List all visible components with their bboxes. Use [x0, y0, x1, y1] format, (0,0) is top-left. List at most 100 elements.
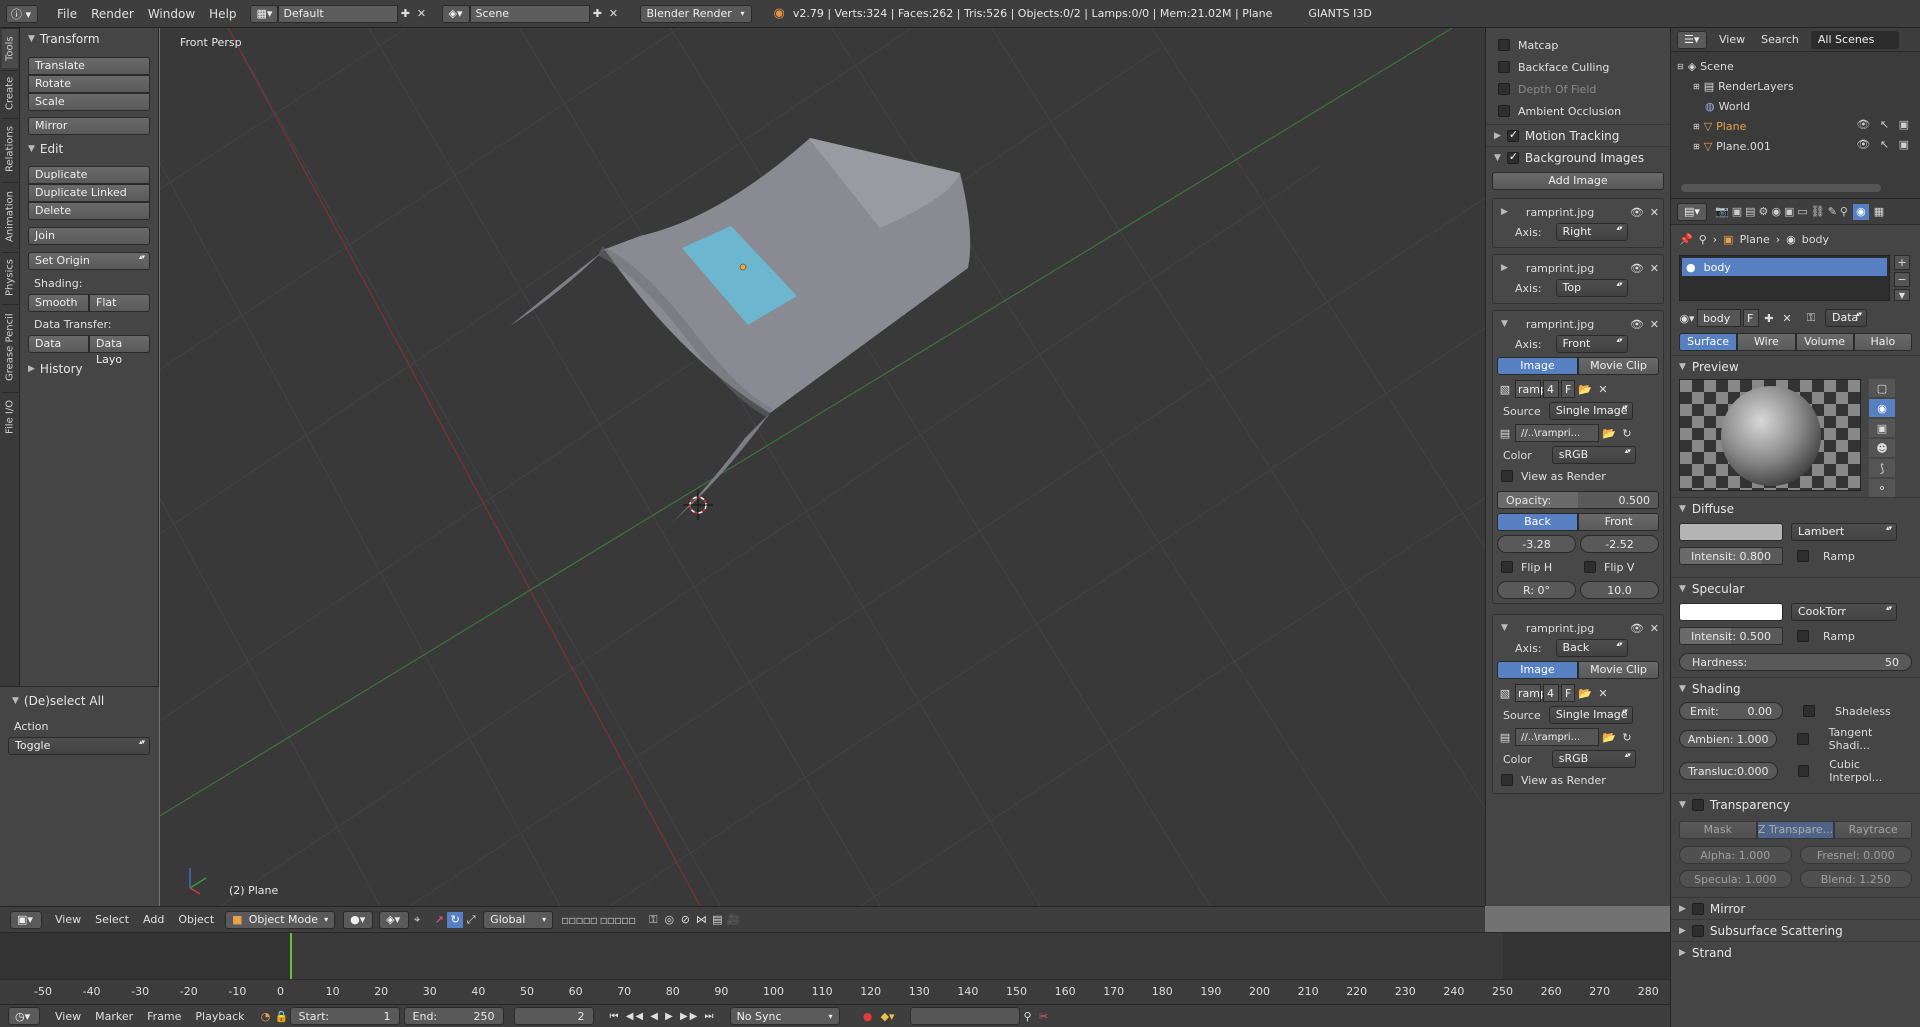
set-origin-dropdown[interactable]: Set Origin	[28, 252, 150, 270]
flip-v-checkbox[interactable]	[1584, 561, 1596, 573]
preview-monkey-icon[interactable]: ☻	[1869, 439, 1895, 457]
tab-physics[interactable]: Physics	[2, 252, 18, 302]
view-as-render-checkbox[interactable]	[1501, 774, 1513, 786]
diffuse-panel-header[interactable]: ▼ Diffuse	[1671, 497, 1920, 519]
outliner-item-scene[interactable]: ⊟ ◈ Scene	[1671, 56, 1920, 76]
open-folder-icon[interactable]: 📂	[1577, 381, 1593, 397]
camera-render-icon[interactable]: 🎥	[725, 912, 741, 928]
tangent-shading-checkbox[interactable]	[1797, 733, 1809, 745]
rotation-field[interactable]: R: 0°	[1497, 581, 1576, 599]
tab-animation[interactable]: Animation	[2, 182, 18, 250]
open-folder-icon[interactable]: 📂	[1577, 685, 1593, 701]
plane-mesh[interactable]	[510, 138, 971, 536]
axis-dropdown[interactable]: Top	[1555, 279, 1628, 297]
diffuse-ramp-checkbox[interactable]	[1797, 550, 1809, 562]
offset-y-field[interactable]: -2.52	[1580, 535, 1659, 553]
visibility-icons[interactable]: 👁 ↖ ▣	[1856, 138, 1912, 151]
close-icon[interactable]: ✕	[1650, 262, 1659, 275]
specular-intensity-slider[interactable]: Intensit: 0.500	[1679, 627, 1783, 645]
editor-type-3d-icon[interactable]: ▣▾	[10, 910, 42, 929]
z-transparency-tab[interactable]: Z Transpare...	[1756, 821, 1835, 839]
diffuse-color-swatch[interactable]	[1679, 523, 1783, 541]
expand-triangle-icon[interactable]: ▼	[1501, 623, 1508, 633]
menu-render[interactable]: Render	[84, 7, 141, 21]
menu-add[interactable]: Add	[136, 913, 171, 926]
menu-view[interactable]: View	[48, 1010, 88, 1023]
delete-keyframe-icon[interactable]: ✂	[1036, 1008, 1052, 1024]
preview-panel-header[interactable]: ▼ Preview	[1671, 355, 1920, 377]
ao-row[interactable]: Ambient Occlusion	[1486, 100, 1670, 122]
render-preview-icon[interactable]: ▤	[709, 912, 725, 928]
material-name-field[interactable]: body	[1697, 309, 1741, 327]
insert-keyframe-icon[interactable]: ⚲	[1020, 1008, 1036, 1024]
image-browse-icon[interactable]: ▧	[1497, 685, 1513, 701]
image-tab[interactable]: Image	[1497, 357, 1578, 375]
preview-hair-icon[interactable]: ⟆	[1869, 459, 1895, 477]
flip-h-row[interactable]: Flip H	[1497, 558, 1576, 576]
rotate-button[interactable]: Rotate	[28, 75, 150, 93]
diffuse-shader-dropdown[interactable]: Lambert	[1791, 523, 1897, 541]
start-frame-field[interactable]: Start: 1	[289, 1007, 400, 1025]
cubic-interpolation-checkbox[interactable]	[1797, 765, 1810, 777]
link-to-dropdown[interactable]: Data	[1825, 309, 1867, 327]
flip-v-row[interactable]: Flip V	[1580, 558, 1659, 576]
eye-icon[interactable]: 👁	[1630, 206, 1644, 219]
collapsed-triangle-icon[interactable]: ▶	[1501, 263, 1508, 273]
scale-button[interactable]: Scale	[28, 93, 150, 111]
dof-row[interactable]: Depth Of Field	[1486, 78, 1670, 100]
duplicate-button[interactable]: Duplicate	[28, 166, 150, 184]
menu-help[interactable]: Help	[202, 7, 243, 21]
link-icon[interactable]: ⚿	[1803, 310, 1819, 326]
remove-slot-icon[interactable]: −	[1894, 272, 1910, 287]
transform-orientation-dropdown[interactable]: Global ▾	[483, 910, 554, 929]
lock-layers-icon[interactable]: ⚿	[645, 912, 661, 928]
color-space-dropdown[interactable]: sRGB	[1551, 750, 1636, 768]
backface-checkbox[interactable]	[1498, 61, 1510, 73]
add-scene-icon[interactable]: ✚	[590, 6, 606, 22]
outliner-editor-icon[interactable]: ☰▾	[1677, 30, 1707, 49]
axis-dropdown[interactable]: Front	[1555, 335, 1628, 353]
tab-relations[interactable]: Relations	[2, 118, 18, 180]
specular-panel-header[interactable]: ▼ Specular	[1671, 577, 1920, 599]
render-engine-dropdown[interactable]: Blender Render ▾	[639, 4, 752, 23]
specular-shader-dropdown[interactable]: CookTorr	[1791, 603, 1897, 621]
mirror-checkbox[interactable]	[1691, 902, 1704, 915]
add-layout-icon[interactable]: ✚	[398, 6, 414, 22]
transform-panel-header[interactable]: ▼ Transform	[20, 29, 158, 49]
viewport-canvas[interactable]	[160, 28, 1485, 906]
back-button[interactable]: Back	[1497, 513, 1578, 531]
axis-dropdown[interactable]: Right	[1555, 223, 1628, 241]
menu-window[interactable]: Window	[141, 7, 202, 21]
mirror-panel-header[interactable]: ▶ Mirror	[1671, 897, 1920, 919]
delete-button[interactable]: Delete	[28, 202, 150, 220]
view-as-render-row[interactable]: View as Render	[1497, 771, 1659, 789]
outliner-menu-view[interactable]: View	[1715, 33, 1749, 46]
menu-select[interactable]: Select	[88, 913, 136, 926]
outliner-item-plane[interactable]: ⊞ ▽ Plane 👁 ↖ ▣	[1671, 116, 1920, 136]
outliner-item-plane-001[interactable]: ⊞ ▽ Plane.001 👁 ↖ ▣	[1671, 136, 1920, 156]
properties-context-tabs[interactable]: ▤▾ 📷▣▤⚙◉▣▭⛓✎⚲ ◉ ▦	[1671, 199, 1920, 225]
new-material-icon[interactable]: ✚	[1761, 310, 1777, 326]
source-dropdown[interactable]: Single Image	[1548, 402, 1633, 420]
matcap-checkbox[interactable]	[1498, 39, 1510, 51]
menu-marker[interactable]: Marker	[88, 1010, 140, 1023]
end-frame-field[interactable]: End: 250	[403, 1007, 504, 1025]
menu-object[interactable]: Object	[171, 913, 221, 926]
filepath-field[interactable]: //..\rampri...	[1515, 424, 1599, 442]
translucency-field[interactable]: Transluc:0.000	[1679, 762, 1778, 780]
sss-panel-header[interactable]: ▶ Subsurface Scattering	[1671, 919, 1920, 941]
eye-icon[interactable]: 👁	[1630, 318, 1644, 331]
ao-checkbox[interactable]	[1498, 105, 1510, 117]
dof-checkbox[interactable]	[1498, 83, 1510, 95]
duplicate-linked-button[interactable]: Duplicate Linked	[28, 184, 150, 202]
editor-type-timeline-icon[interactable]: ◷▾	[8, 1007, 40, 1025]
flip-h-checkbox[interactable]	[1501, 561, 1513, 573]
properties-editor-icon[interactable]: ▤▾	[1677, 202, 1707, 221]
texture-tab-icon[interactable]: ▦	[1871, 204, 1887, 220]
outliner-item-world[interactable]: ◍ World	[1671, 96, 1920, 116]
tab-create[interactable]: Create	[2, 70, 18, 116]
material-browse-icon[interactable]: ◉▾	[1679, 310, 1695, 326]
viewport-shading-dropdown[interactable]: ●▾	[343, 910, 374, 929]
current-frame-marker[interactable]	[290, 933, 292, 981]
shading-panel-header[interactable]: ▼ Shading	[1671, 677, 1920, 699]
